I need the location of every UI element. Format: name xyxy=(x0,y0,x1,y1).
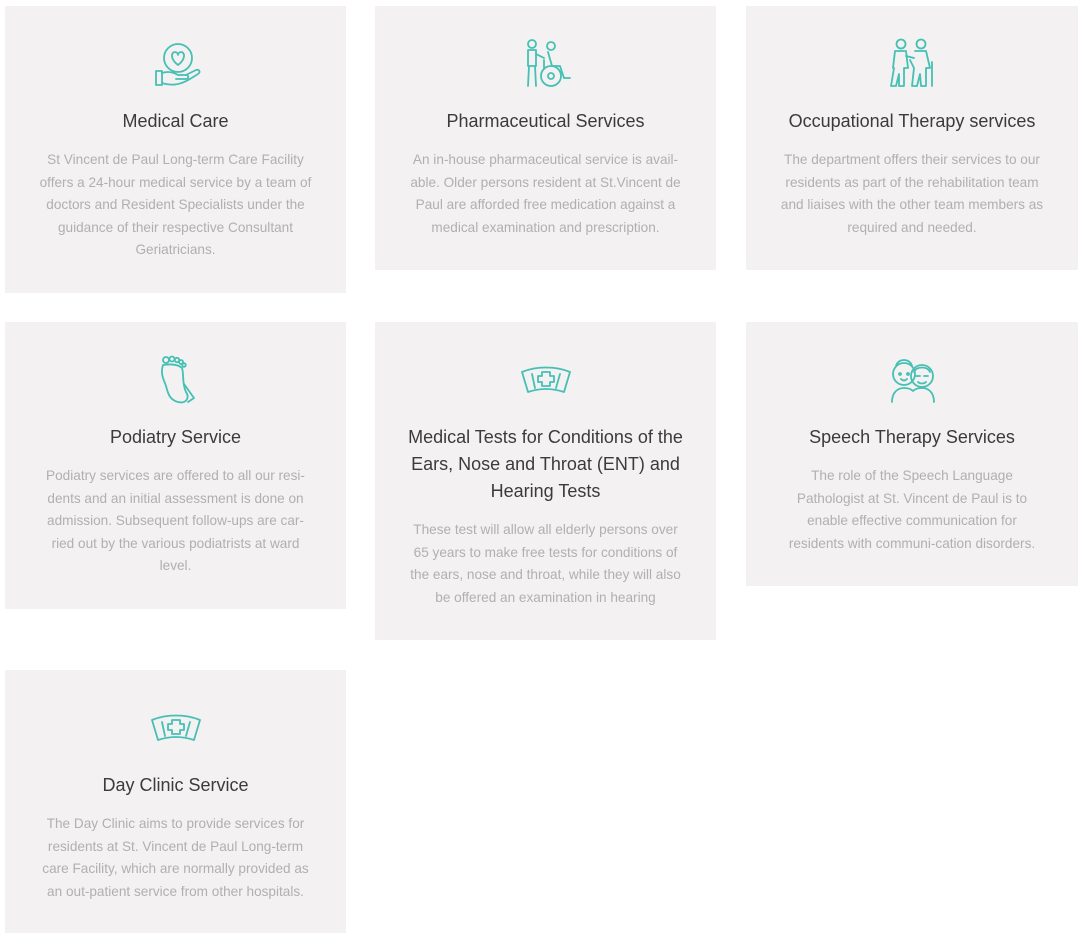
service-title: Speech Therapy Services xyxy=(809,427,1015,447)
service-title: Occupational Therapy services xyxy=(788,111,1036,131)
service-card-speech-therapy: Speech Therapy Services The role of the … xyxy=(746,322,1078,586)
service-description: These test will allow all elderly person… xyxy=(410,522,681,605)
nurse-cap-icon xyxy=(146,702,206,754)
service-description: The role of the Speech Language Patholog… xyxy=(788,468,1036,551)
heart-in-hand-icon xyxy=(146,38,206,90)
service-card-day-clinic: Day Clinic Service The Day Clinic aims t… xyxy=(5,670,346,933)
service-card-ent-tests: Medical Tests for Conditions of the Ears… xyxy=(375,322,716,640)
foot-icon xyxy=(146,354,206,406)
elderly-couple-icon xyxy=(882,354,942,406)
service-title: Day Clinic Service xyxy=(102,775,249,795)
service-card-pharmaceutical: Pharmaceutical Services An in-house phar… xyxy=(375,6,716,270)
service-description: St Vincent de Paul Long-term Care Facili… xyxy=(39,152,312,257)
service-title: Medical Tests for Conditions of the Ears… xyxy=(408,427,683,501)
service-card-podiatry: Podiatry Service Podiatry services are o… xyxy=(5,322,346,609)
service-title: Pharmaceutical Services xyxy=(446,111,645,131)
service-description: The Day Clinic aims to provide services … xyxy=(42,816,309,899)
service-card-occupational-therapy: Occupational Therapy services The depart… xyxy=(746,6,1078,270)
service-title: Podiatry Service xyxy=(109,427,242,447)
wheelchair-assistance-icon xyxy=(516,38,576,90)
service-title: Medical Care xyxy=(122,111,229,131)
nurse-cap-icon xyxy=(516,354,576,406)
service-description: An in-house pharmaceutical service is av… xyxy=(410,152,681,235)
service-description: Podiatry services are offered to all our… xyxy=(46,468,305,573)
service-card-medical-care: Medical Care St Vincent de Paul Long-ter… xyxy=(5,6,346,293)
elderly-walking-assistance-icon xyxy=(882,38,942,90)
service-description: The department offers their services to … xyxy=(780,152,1044,235)
